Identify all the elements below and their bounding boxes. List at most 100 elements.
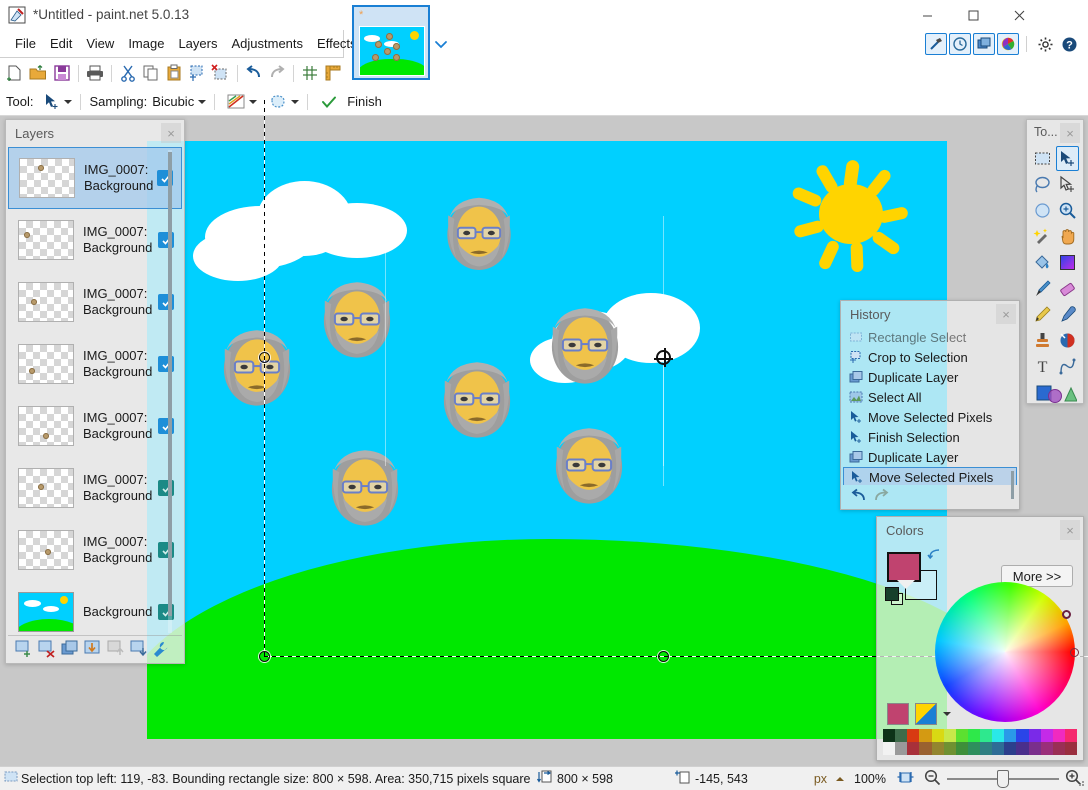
history-item[interactable]: Crop to Selection [843,347,1017,367]
finish-label[interactable]: Finish [347,94,382,109]
move-origin-handle[interactable] [654,348,673,367]
zoom-tool[interactable] [1056,198,1080,223]
new-icon[interactable] [4,61,26,85]
minimize-button[interactable] [904,0,950,30]
history-item[interactable]: Move Selected Pixels [843,407,1017,427]
palette-swatch[interactable] [955,742,968,755]
palette-row-1[interactable] [883,729,1077,742]
layer-row[interactable]: IMG_0007: Background [8,395,182,457]
magic-wand-tool[interactable] [1031,224,1055,249]
pan-tool[interactable] [1056,224,1080,249]
palette-swatch[interactable] [919,742,932,755]
deselect-all-icon[interactable] [209,61,231,85]
palette-swatch[interactable] [1016,729,1029,742]
redo-icon[interactable] [266,61,288,85]
palette-swatch[interactable] [955,729,968,742]
palette-swatch[interactable] [1004,729,1017,742]
tools-panel[interactable]: To... × T [1026,119,1084,404]
color-picker-tool[interactable] [1056,302,1080,327]
menu-adjustments[interactable]: Adjustments [224,32,310,56]
palette-swatch[interactable] [1028,729,1041,742]
history-item[interactable]: Rectangle Select [843,327,1017,347]
palette-icon[interactable] [915,703,937,725]
palette-swatch[interactable] [967,742,980,755]
zoom-slider[interactable] [947,769,1059,788]
swap-colors-icon[interactable] [927,547,941,561]
grid-icon[interactable] [299,61,321,85]
paintbrush-tool[interactable] [1031,276,1055,301]
move-selected-pixels-icon[interactable] [38,90,64,114]
ellipse-select-tool[interactable] [1031,198,1055,223]
recolor-tool[interactable] [1056,328,1080,353]
pencil-tool[interactable] [1031,302,1055,327]
palette-row-2[interactable] [883,742,1077,755]
undo-icon[interactable] [242,61,264,85]
menu-file[interactable]: File [8,32,43,56]
zoom-out-icon[interactable] [924,769,941,788]
move-down-icon[interactable] [127,638,149,660]
layer-row[interactable]: IMG_0007: Background [8,333,182,395]
lasso-select-tool[interactable] [1031,172,1055,197]
move-selection-tool[interactable] [1056,172,1080,197]
open-icon[interactable] [27,61,49,85]
crop-to-selection-icon[interactable] [186,61,208,85]
color-wheel[interactable] [935,582,1075,722]
palette-swatch[interactable] [967,729,980,742]
menu-image[interactable]: Image [121,32,171,56]
history-item[interactable]: Move Selected Pixels [843,467,1017,485]
palette-swatch[interactable] [907,729,920,742]
color-wheel-cursor[interactable] [1062,610,1071,619]
move-selected-pixels-tool[interactable] [1055,146,1079,171]
primary-color-swatch[interactable] [887,552,921,589]
fit-to-window-icon[interactable] [897,770,914,788]
palette-swatch[interactable] [980,742,993,755]
help-button[interactable]: ? [1058,33,1080,55]
palette-swatch[interactable] [895,729,908,742]
colors-panel[interactable]: Colors × More >> [876,516,1084,761]
layers-list[interactable]: IMG_0007: Background IMG_0007: Backgroun… [8,147,182,635]
save-icon[interactable] [50,61,72,85]
copy-icon[interactable] [140,61,162,85]
eraser-tool[interactable] [1056,276,1080,301]
palette-swatch[interactable] [1064,729,1077,742]
history-item[interactable]: Duplicate Layer [843,367,1017,387]
palette-swatch[interactable] [1040,729,1053,742]
palette-swatch[interactable] [895,742,908,755]
palette-swatch[interactable] [1028,742,1041,755]
undo-icon[interactable] [850,488,867,506]
maximize-button[interactable] [950,0,996,30]
add-layer-icon[interactable] [12,638,34,660]
delete-layer-icon[interactable] [35,638,57,660]
palette-swatch[interactable] [1016,742,1029,755]
color-wheel-secondary-cursor[interactable] [1070,648,1079,657]
checkmark-icon[interactable] [316,90,342,114]
line-curve-tool[interactable] [1056,354,1080,379]
print-icon[interactable] [83,61,105,85]
palette-swatch[interactable] [992,742,1005,755]
paste-icon[interactable] [163,61,185,85]
palette-swatch[interactable] [1040,742,1053,755]
sampling-value[interactable]: Bicubic [152,94,194,109]
wrench-icon[interactable] [150,638,172,660]
menu-layers[interactable]: Layers [171,32,224,56]
layers-scrollbar[interactable] [168,150,172,633]
close-icon[interactable]: × [996,304,1016,324]
history-item[interactable]: Select All [843,387,1017,407]
palette-swatch[interactable] [992,729,1005,742]
layer-row[interactable]: Background [8,581,182,635]
zoom-level[interactable]: 100% [854,772,886,786]
layer-row[interactable]: IMG_0007: Background [8,519,182,581]
palette-swatch[interactable] [883,729,896,742]
close-icon[interactable]: × [1060,520,1080,540]
close-icon[interactable]: × [161,123,181,143]
move-up-icon[interactable] [104,638,126,660]
image-canvas[interactable] [147,141,947,739]
palette-swatch[interactable] [931,742,944,755]
document-thumbnail[interactable]: * [352,5,430,80]
selection-handle-bottom-center[interactable] [658,651,669,662]
gradient-tool[interactable] [1056,250,1080,275]
tool-dropdown-caret[interactable] [64,99,73,104]
selection-mode-icon[interactable] [265,90,291,114]
color-palette[interactable] [883,729,1077,755]
history-item[interactable]: Duplicate Layer [843,447,1017,467]
